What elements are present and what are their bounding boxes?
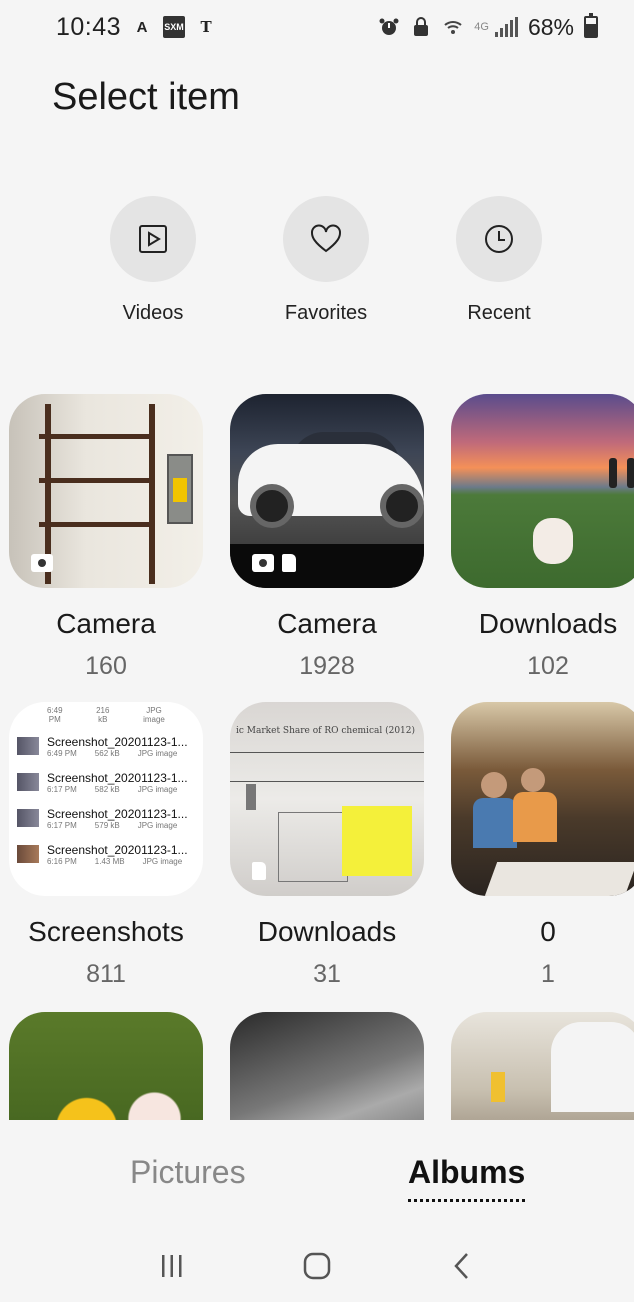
signal-icon <box>494 17 518 37</box>
nyt-icon: T <box>200 18 212 36</box>
home-button[interactable] <box>287 1236 347 1296</box>
recents-icon <box>162 1255 182 1277</box>
album-name: Downloads <box>478 608 618 639</box>
videos-filter[interactable]: Videos <box>88 196 218 325</box>
album-thumbnail[interactable] <box>230 394 424 588</box>
album-count: 160 <box>85 652 127 680</box>
album-count: 1928 <box>299 652 355 680</box>
shot-row: Screenshot_20201123-1... 6:17 PM 579 kB JP… <box>9 800 203 836</box>
album-badges <box>252 862 266 880</box>
status-bar: 10:43 A SXM T 4G 68% <box>0 0 634 54</box>
album-thumbnail[interactable] <box>451 394 634 588</box>
shot-top-meta: 6:49 PM 216 kB JPG image <box>47 706 165 724</box>
album-name: Camera <box>56 608 156 639</box>
shot-row: Screenshot_20201123-1... 6:17 PM 582 kB JP… <box>9 764 203 800</box>
album-name: Downloads <box>257 916 397 947</box>
recent-filter-circle[interactable] <box>456 196 542 282</box>
recent-filter[interactable]: Recent <box>434 196 564 325</box>
page-title: Select item <box>52 76 240 118</box>
album-badges <box>31 554 53 572</box>
album-card[interactable] <box>230 1012 424 1120</box>
shot-row: Screenshot_20201123-1... 6:16 PM 1.43 MB J… <box>9 836 203 872</box>
status-time: 10:43 <box>56 12 122 41</box>
album-card[interactable]: Downloads 102 <box>451 394 634 681</box>
favorites-filter[interactable]: Favorites <box>261 196 391 325</box>
album-thumbnail[interactable] <box>451 1012 634 1120</box>
album-count: 102 <box>527 652 569 680</box>
album-card[interactable] <box>9 1012 203 1120</box>
album-thumbnail[interactable] <box>9 1012 203 1120</box>
tab-albums[interactable]: Albums <box>408 1154 525 1202</box>
system-nav-bar <box>0 1230 634 1302</box>
tab-pictures[interactable]: Pictures <box>130 1154 246 1191</box>
album-card[interactable] <box>451 1012 634 1120</box>
back-icon <box>453 1253 468 1279</box>
sxm-icon: SXM <box>163 16 186 38</box>
shot-row: Screenshot_20201123-1... 6:49 PM 562 kB JP… <box>9 728 203 764</box>
album-card[interactable]: Camera 160 <box>9 394 203 681</box>
album-count: 31 <box>313 960 341 988</box>
status-left: 10:43 A SXM T <box>56 13 217 42</box>
wifi-calling-icon <box>442 16 464 38</box>
a-icon: A <box>136 18 148 36</box>
videos-filter-circle[interactable] <box>110 196 196 282</box>
home-icon <box>303 1252 331 1280</box>
album-name: Screenshots <box>28 916 184 947</box>
album-thumbnail[interactable]: 6:49 PM 216 kB JPG image Screenshot_2020… <box>9 702 203 896</box>
heart-icon <box>311 224 341 253</box>
album-badges <box>252 554 296 572</box>
camera-icon <box>252 554 274 572</box>
album-thumbnail[interactable]: ic Market Share of RO chemical (2012) <box>230 702 424 896</box>
album-thumbnail[interactable] <box>230 1012 424 1120</box>
album-thumbnail[interactable] <box>451 702 634 896</box>
sd-card-icon <box>252 862 266 880</box>
album-name: 0 <box>540 916 556 947</box>
album-thumbnail[interactable] <box>9 394 203 588</box>
album-count: 811 <box>86 960 126 988</box>
album-name: Camera <box>277 608 377 639</box>
bottom-tab-bar: Pictures Albums <box>0 1120 634 1220</box>
recents-button[interactable] <box>142 1236 202 1296</box>
alarm-icon <box>378 16 400 38</box>
battery-percent: 68% <box>527 13 574 40</box>
recent-label: Recent <box>467 302 531 324</box>
play-icon <box>139 225 167 253</box>
battery-icon <box>584 13 598 38</box>
album-card[interactable]: ic Market Share of RO chemical (2012) Do… <box>230 702 424 989</box>
status-right: 4G 68% <box>378 13 598 41</box>
clock-icon <box>485 225 513 253</box>
favorites-label: Favorites <box>284 302 368 324</box>
album-count: 1 <box>541 960 555 988</box>
album-card[interactable]: 0 1 <box>451 702 634 989</box>
doc-caption: ic Market Share of RO chemical (2012) <box>236 726 416 736</box>
videos-label: Videos <box>122 302 184 324</box>
camera-icon <box>31 554 53 572</box>
lock-icon <box>410 16 432 38</box>
sd-card-icon <box>282 554 296 572</box>
lte-icon: 4G <box>474 21 489 33</box>
album-card[interactable]: 6:49 PM 216 kB JPG image Screenshot_2020… <box>9 702 203 989</box>
favorites-filter-circle[interactable] <box>283 196 369 282</box>
album-card[interactable]: Camera 1928 <box>230 394 424 681</box>
back-button[interactable] <box>432 1236 492 1296</box>
